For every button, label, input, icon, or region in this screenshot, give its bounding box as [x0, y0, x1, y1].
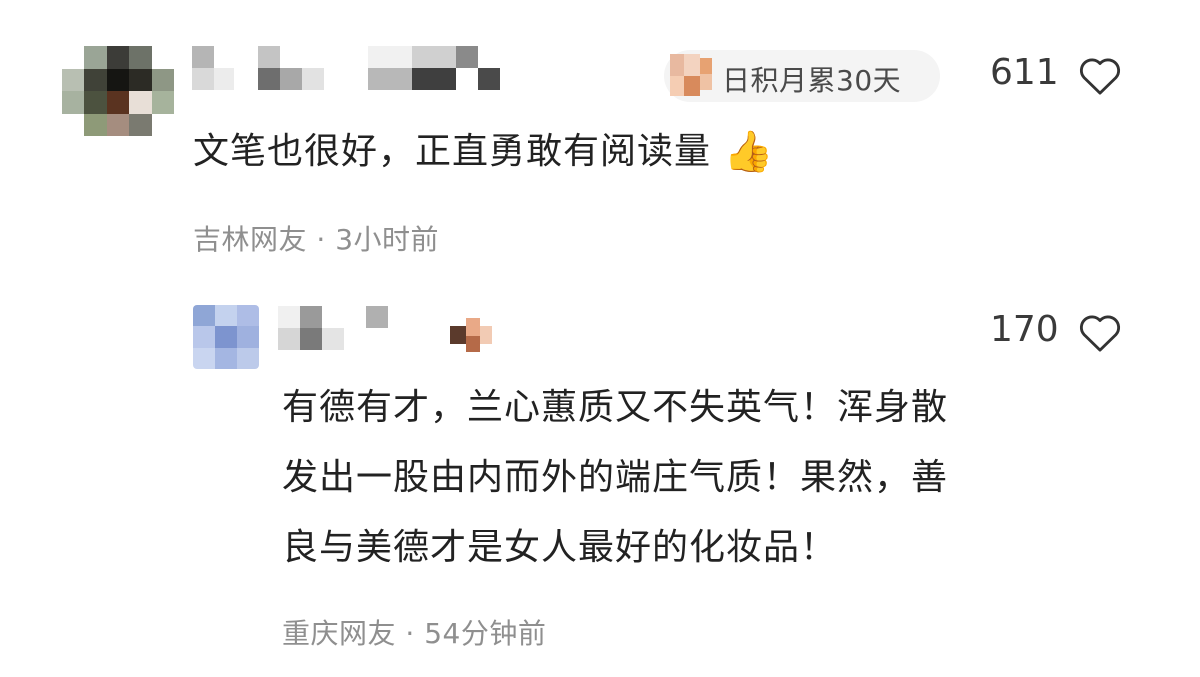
- badge-icon: [670, 54, 714, 98]
- comment-line: 良与美德才是女人最好的化妆品！: [282, 527, 838, 568]
- badge-label: 日积月累30天: [722, 64, 902, 97]
- like-count: 170: [990, 309, 1059, 350]
- location-label: 吉林网友: [193, 223, 308, 256]
- comment-meta: 重庆网友 · 54分钟前: [282, 612, 546, 652]
- meta-separator: ·: [405, 617, 415, 650]
- username-blurred[interactable]: [278, 306, 388, 350]
- comment-line: 有德有才，兰心蕙质又不失英气！浑身散: [282, 387, 949, 428]
- comment-body: 文笔也很好，正直勇敢有阅读量: [193, 131, 712, 172]
- comment-text: 有德有才，兰心蕙质又不失英气！浑身散 发出一股由内而外的端庄气质！果然，善 良与…: [282, 376, 948, 580]
- meta-separator: ·: [316, 223, 326, 256]
- comment-line: 发出一股由内而外的端庄气质！果然，善: [282, 457, 949, 498]
- comment-text: 文笔也很好，正直勇敢有阅读量 👍: [193, 120, 774, 184]
- user-badge-icon: [450, 318, 492, 352]
- heart-outline-icon[interactable]: [1077, 311, 1123, 353]
- timestamp: 54分钟前: [424, 617, 547, 650]
- timestamp: 3小时前: [335, 223, 440, 256]
- thumbs-up-emoji-icon: 👍: [723, 129, 775, 175]
- comment-meta: 吉林网友 · 3小时前: [193, 218, 439, 258]
- like-count: 611: [990, 52, 1059, 93]
- heart-outline-icon[interactable]: [1077, 54, 1123, 96]
- username-blurred[interactable]: [192, 46, 502, 92]
- location-label: 重庆网友: [282, 617, 397, 650]
- avatar[interactable]: [62, 46, 174, 136]
- avatar[interactable]: [193, 305, 259, 369]
- achievement-badge[interactable]: 日积月累30天: [664, 50, 940, 102]
